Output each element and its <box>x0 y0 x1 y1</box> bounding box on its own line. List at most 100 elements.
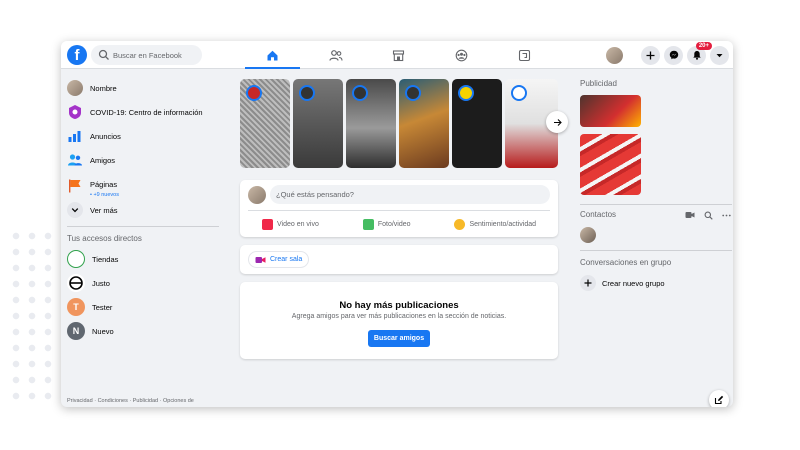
photo-video-button[interactable]: Foto/video <box>362 218 411 230</box>
group-conversations-title: Conversaciones en grupo <box>580 258 672 267</box>
find-friends-button[interactable]: Buscar amigos <box>368 330 430 347</box>
shortcut-tester[interactable]: T Tester <box>67 297 112 317</box>
sidebar-item-covid[interactable]: COVID-19: Centro de información <box>67 102 203 122</box>
right-divider <box>580 250 732 251</box>
notifications-button[interactable]: 20+ <box>687 41 712 65</box>
story-avatar <box>352 85 368 101</box>
action-label: Foto/video <box>377 220 411 228</box>
sidebar-item-label: Ver más <box>90 205 118 215</box>
browser-window: f Buscar en Facebook 20+ Nombre COVID-19… <box>61 41 733 407</box>
sidebar-item-label: COVID-19: Centro de información <box>90 107 203 117</box>
notification-badge: 20+ <box>695 41 712 50</box>
ads-icon <box>67 128 83 144</box>
sidebar-item-friends[interactable]: Amigos <box>67 150 115 170</box>
action-label: Video en vivo <box>276 220 319 228</box>
facebook-logo[interactable]: f <box>67 45 87 65</box>
groups-icon <box>455 49 468 61</box>
shortcut-avatar: N <box>67 322 85 340</box>
shortcut-justo[interactable]: Justo <box>67 273 110 293</box>
rooms-card: Crear sala <box>240 245 558 274</box>
contacts-title: Contactos <box>580 210 617 219</box>
shortcut-label: Tiendas <box>92 254 119 264</box>
story-card[interactable] <box>399 79 449 168</box>
story-card[interactable] <box>293 79 343 168</box>
create-room-button[interactable]: Crear sala <box>248 251 310 268</box>
messenger-icon <box>669 50 678 60</box>
empty-feed-card: No hay más publicaciones Agrega amigos p… <box>240 282 558 359</box>
action-label: Sentimiento/actividad <box>469 220 537 228</box>
tab-marketplace[interactable] <box>367 41 430 69</box>
shortcuts-title: Tus accesos directos <box>67 234 142 243</box>
ads-title: Publicidad <box>580 79 617 88</box>
sponsored-ad-image[interactable] <box>580 134 641 195</box>
tab-friends[interactable] <box>304 41 367 69</box>
shortcut-label: Tester <box>92 302 113 312</box>
sidebar-item-label: Páginas <box>90 180 118 189</box>
caret-down-icon <box>716 53 723 57</box>
tab-home[interactable] <box>241 41 304 69</box>
stories-next-button[interactable] <box>546 111 568 133</box>
search-input[interactable] <box>113 47 199 63</box>
top-navigation-bar: f Buscar en Facebook 20+ <box>61 41 733 69</box>
messenger-button[interactable] <box>664 45 683 65</box>
covid-icon <box>67 104 83 120</box>
sidebar-divider <box>67 226 219 227</box>
friends-icon <box>67 152 83 168</box>
photo-icon <box>362 218 374 230</box>
arrow-right-icon <box>553 118 562 126</box>
search-icon[interactable] <box>704 211 713 220</box>
left-sidebar: Nombre COVID-19: Centro de información A… <box>61 69 221 407</box>
video-call-icon[interactable] <box>685 211 695 219</box>
sidebar-item-label: Anuncios <box>90 131 121 141</box>
sidebar-item-profile[interactable]: Nombre <box>67 78 117 98</box>
compose-icon <box>714 395 724 405</box>
friends-icon <box>328 49 343 61</box>
empty-feed-title: No hay más publicaciones <box>339 300 459 311</box>
live-video-icon <box>261 218 273 230</box>
account-menu-button[interactable] <box>710 45 729 65</box>
plus-icon <box>646 51 655 59</box>
shortcut-tiendas[interactable]: Tiendas <box>67 249 118 269</box>
header-actions: 20+ <box>606 41 729 66</box>
post-composer: ¿Qué estás pensando? Video en vivo Foto/… <box>240 180 558 237</box>
create-button[interactable] <box>641 45 660 65</box>
create-room-label: Crear sala <box>270 256 303 263</box>
pages-flag-icon <box>67 178 83 194</box>
chevron-down-icon <box>67 202 83 218</box>
new-message-button[interactable] <box>709 390 729 407</box>
main-tabs <box>241 41 556 69</box>
footer-links[interactable]: Privacidad · Condiciones · Publicidad · … <box>67 398 194 404</box>
stories-tray <box>240 79 558 168</box>
profile-avatar[interactable] <box>606 46 623 64</box>
story-card[interactable] <box>452 79 502 168</box>
empty-feed-subtitle: Agrega amigos para ver más publicaciones… <box>291 313 507 320</box>
plus-icon <box>580 275 596 291</box>
user-avatar <box>67 80 83 96</box>
search-box[interactable] <box>91 45 202 65</box>
more-options-icon[interactable] <box>722 214 731 217</box>
see-more-button[interactable]: Ver más <box>67 200 118 220</box>
live-video-button[interactable]: Video en vivo <box>261 218 319 230</box>
smiley-icon <box>454 218 466 230</box>
shortcut-avatar: T <box>67 298 85 316</box>
create-group-button[interactable]: Crear nuevo grupo <box>580 274 665 292</box>
shortcut-label: Justo <box>92 278 110 288</box>
shortcut-nuevo[interactable]: N Nuevo <box>67 321 114 341</box>
shortcut-label: Nuevo <box>92 326 114 336</box>
story-card[interactable] <box>346 79 396 168</box>
sidebar-item-ads[interactable]: Anuncios <box>67 126 121 146</box>
right-rail: Publicidad Contactos Conversaciones en g… <box>580 69 733 407</box>
sponsored-ad-image[interactable] <box>580 95 641 127</box>
story-avatar <box>458 85 474 101</box>
composer-actions: Video en vivo Foto/video Sentimiento/act… <box>240 214 558 234</box>
contact-avatar[interactable] <box>580 227 596 243</box>
composer-divider <box>248 210 550 211</box>
shortcut-avatar <box>67 250 85 268</box>
tab-groups[interactable] <box>430 41 493 69</box>
composer-input[interactable]: ¿Qué estás pensando? <box>270 185 550 204</box>
story-card[interactable] <box>240 79 290 168</box>
tab-gaming[interactable] <box>493 41 556 69</box>
sidebar-item-pages[interactable]: Páginas • +9 nuevos <box>67 174 119 198</box>
pages-new-count: • +9 nuevos <box>90 192 119 198</box>
feeling-activity-button[interactable]: Sentimiento/actividad <box>454 218 537 230</box>
